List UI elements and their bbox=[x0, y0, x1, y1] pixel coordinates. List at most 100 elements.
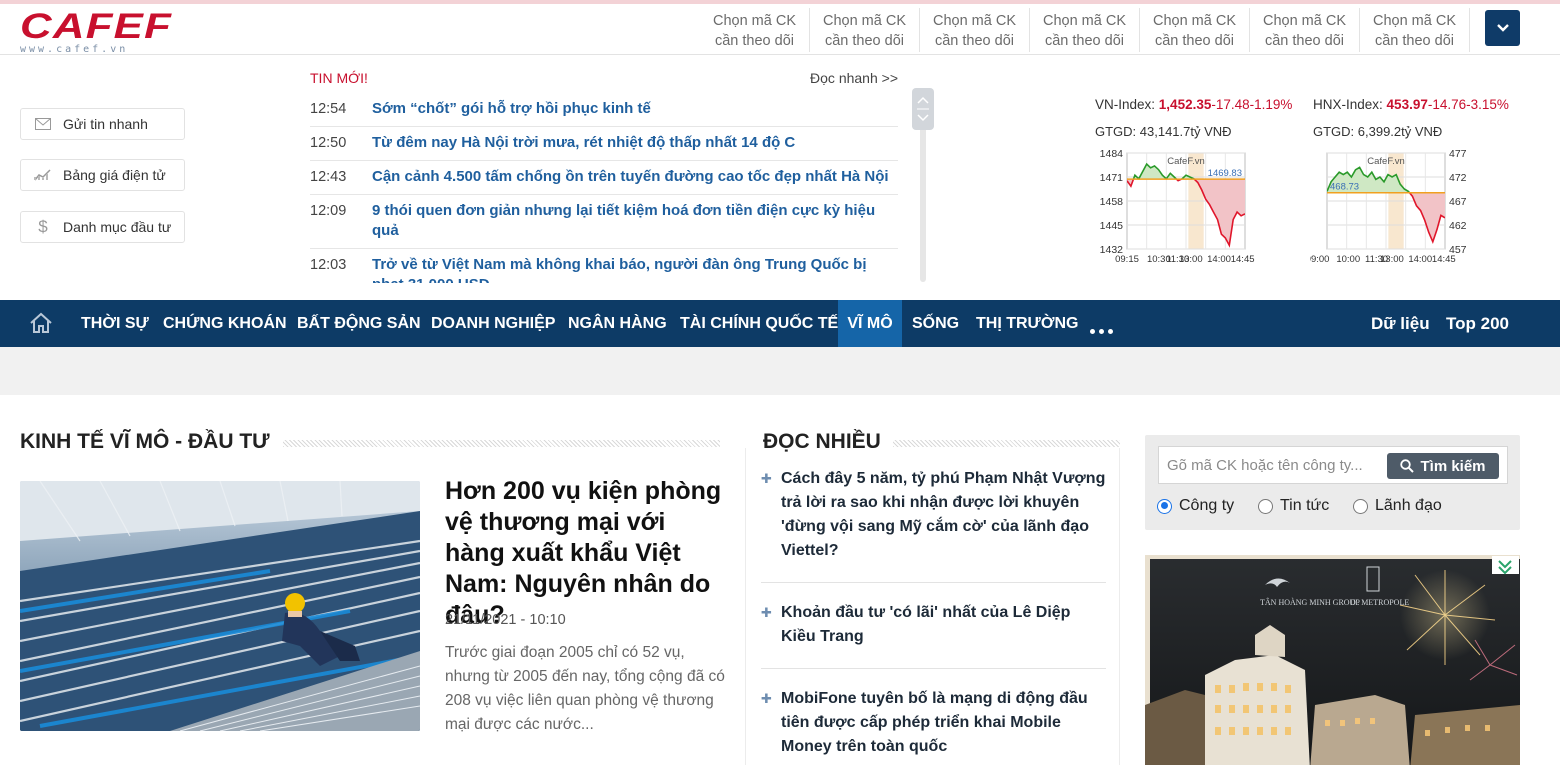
util-label: Gửi tin nhanh bbox=[63, 116, 148, 132]
index-change: -17.48 bbox=[1211, 97, 1250, 112]
chart-x-tick-label: 14:00 bbox=[1207, 254, 1231, 265]
nav-vi-mo[interactable]: VĨ MÔ bbox=[838, 300, 902, 347]
most-read-item[interactable]: ✚ MobiFone tuyên bố là mạng di động đầu t… bbox=[761, 687, 1106, 759]
watchlist-slot[interactable]: Chọn mã CK cần theo dõi bbox=[1250, 8, 1360, 52]
article-image[interactable] bbox=[20, 481, 420, 731]
most-read-title-text[interactable]: Khoản đầu tư 'có lãi' nhất của Lê Diệp K… bbox=[781, 601, 1106, 649]
ticker-time: 12:03 bbox=[310, 257, 347, 273]
most-read-item[interactable]: ✚ Khoản đầu tư 'có lãi' nhất của Lê Diệp … bbox=[761, 601, 1106, 649]
header: CAFEF www.cafef.vn Chọn mã CK cần theo dõ… bbox=[0, 4, 1560, 55]
ticker-time: 12:09 bbox=[310, 203, 347, 219]
scroll-thumb[interactable] bbox=[912, 88, 934, 130]
ticker-title[interactable]: Trở về từ Việt Nam mà không khai báo, ng… bbox=[372, 255, 898, 283]
search-button[interactable]: Tìm kiếm bbox=[1387, 453, 1499, 479]
divider bbox=[761, 668, 1106, 669]
chart-reference-label: 468.73 bbox=[1330, 182, 1359, 193]
watchlist-slots: Chọn mã CK cần theo dõi Chọn mã CK cần the… bbox=[700, 8, 1470, 52]
chart-y-tick-label: 467 bbox=[1449, 196, 1467, 208]
chart-y-tick-label: 1471 bbox=[1100, 172, 1124, 184]
most-read-title-text[interactable]: Cách đây 5 năm, tỷ phú Phạm Nhật Vượng t… bbox=[781, 467, 1106, 563]
chart-watermark: CafeF.vn bbox=[1167, 156, 1205, 167]
nav-du-lieu[interactable]: Dữ liệu bbox=[1371, 300, 1430, 347]
ad-artwork: TÂN HOÀNG MINH GROUP D'. METROPOLE bbox=[1145, 555, 1520, 765]
article-headline[interactable]: Hơn 200 vụ kiện phòng vệ thương mại với … bbox=[445, 476, 725, 631]
nav-top-200[interactable]: Top 200 bbox=[1446, 300, 1509, 347]
chart-x-tick-label: 09:00 bbox=[1310, 254, 1329, 265]
search-button-label: Tìm kiếm bbox=[1420, 457, 1486, 475]
vn-index-chart[interactable]: 148414711458144514321469.83CafeF.vn09:15… bbox=[1092, 143, 1272, 268]
index-value: 453.97 bbox=[1386, 97, 1428, 112]
util-label: Bảng giá điện tử bbox=[63, 167, 166, 183]
more-menu-icon[interactable] bbox=[1090, 321, 1117, 339]
watchlist-slot[interactable]: Chọn mã CK cần theo dõi bbox=[810, 8, 920, 52]
steel-factory-illustration bbox=[20, 481, 420, 731]
watchlist-slot[interactable]: Chọn mã CK cần theo dõi bbox=[920, 8, 1030, 52]
util-label: Danh mục đầu tư bbox=[63, 219, 172, 235]
vn-trading-value: GTGD: 43,141.7tỷ VNĐ bbox=[1095, 124, 1232, 139]
most-read-item[interactable]: ✚ Cách đây 5 năm, tỷ phú Phạm Nhật Vượng … bbox=[761, 467, 1106, 563]
ticker-title[interactable]: Sớm “chốt” gói hỗ trợ hồi phục kinh tế bbox=[372, 99, 651, 119]
nav-song[interactable]: SỐNG bbox=[912, 300, 959, 347]
index-pct: -3.15% bbox=[1466, 97, 1509, 112]
portfolio-button[interactable]: $ Danh mục đầu tư bbox=[20, 211, 185, 243]
price-board-button[interactable]: Bảng giá điện tử bbox=[20, 159, 185, 191]
watchlist-slot[interactable]: Chọn mã CK cần theo dõi bbox=[1360, 8, 1470, 52]
search-icon bbox=[1400, 459, 1415, 473]
index-pct: -1.19% bbox=[1249, 97, 1293, 112]
index-value: 1,452.35 bbox=[1158, 97, 1212, 112]
index-name: HNX-Index: bbox=[1313, 97, 1383, 112]
ticker-time: 12:43 bbox=[310, 169, 347, 185]
nav-thoi-su[interactable]: THỜI SỰ bbox=[81, 300, 149, 347]
index-change: -14.76 bbox=[1427, 97, 1467, 112]
mail-icon bbox=[33, 118, 53, 130]
article-summary: Trước giai đoạn 2005 chỉ có 52 vụ, nhưng… bbox=[445, 644, 725, 733]
quick-read-link[interactable]: Đọc nhanh >> bbox=[810, 70, 898, 86]
news-ticker: 12:54 Sớm “chốt” gói hỗ trợ hồi phục kinh… bbox=[310, 93, 898, 283]
nav-chung-khoan[interactable]: CHỨNG KHOÁN bbox=[163, 300, 287, 347]
chart-x-tick-label: 09:15 bbox=[1115, 254, 1139, 265]
radio-dot[interactable] bbox=[1258, 498, 1273, 514]
advertisement-banner[interactable]: TÂN HOÀNG MINH GROUP D'. METROPOLE bbox=[1145, 555, 1520, 765]
radio-company[interactable]: Công ty bbox=[1157, 497, 1234, 515]
chart-y-tick-label: 1445 bbox=[1100, 220, 1124, 232]
section-title[interactable]: KINH TẾ VĨ MÔ - ĐẦU TƯ bbox=[20, 430, 270, 454]
cafef-logo[interactable]: CAFEF www.cafef.vn bbox=[20, 9, 225, 55]
nav-tai-chinh-quoc-te[interactable]: TÀI CHÍNH QUỐC TẾ bbox=[680, 300, 838, 347]
scroll-arrows-icon bbox=[917, 96, 929, 122]
radio-dot[interactable] bbox=[1157, 498, 1172, 514]
ticker-title[interactable]: 9 thói quen đơn giản nhưng lại tiết kiệm… bbox=[372, 201, 898, 241]
ticker-title[interactable]: Cận cảnh 4.500 tấm chống ồn trên tuyến đ… bbox=[372, 167, 889, 187]
news-ticker-header: TIN MỚI! Đọc nhanh >> bbox=[310, 68, 898, 92]
nav-ngan-hang[interactable]: NGÂN HÀNG bbox=[568, 300, 667, 347]
radio-leader[interactable]: Lãnh đạo bbox=[1353, 497, 1442, 515]
stock-search-box: Tìm kiếm Công ty Tin tức Lãnh đạo bbox=[1145, 435, 1520, 530]
nav-doanh-nghiep[interactable]: DOANH NGHIỆP bbox=[431, 300, 555, 347]
ad-brand-metropole: D'. METROPOLE bbox=[1350, 598, 1409, 607]
ticker-item[interactable]: 12:09 9 thói quen đơn giản nhưng lại tiết… bbox=[310, 195, 898, 249]
chart-x-tick-label: 14:45 bbox=[1432, 254, 1456, 265]
chart-y-tick-label: 1458 bbox=[1100, 196, 1124, 208]
divider bbox=[761, 582, 1106, 583]
plus-bullet-icon: ✚ bbox=[761, 691, 772, 706]
main-nav: THỜI SỰ CHỨNG KHOÁN BẤT ĐỘNG SẢN DOANH N… bbox=[0, 300, 1560, 347]
nav-bat-dong-san[interactable]: BẤT ĐỘNG SẢN bbox=[297, 300, 421, 347]
radio-dot[interactable] bbox=[1353, 498, 1368, 514]
ticker-item[interactable]: 12:54 Sớm “chốt” gói hỗ trợ hồi phục kinh… bbox=[310, 93, 898, 127]
watchlist-slot[interactable]: Chọn mã CK cần theo dõi bbox=[1030, 8, 1140, 52]
send-news-button[interactable]: Gửi tin nhanh bbox=[20, 108, 185, 140]
radio-news[interactable]: Tin tức bbox=[1258, 497, 1329, 515]
ticker-item[interactable]: 12:50 Từ đêm nay Hà Nội trời mưa, rét nhi… bbox=[310, 127, 898, 161]
ticker-scrollbar[interactable] bbox=[912, 88, 934, 282]
ticker-title[interactable]: Từ đêm nay Hà Nội trời mưa, rét nhiệt độ… bbox=[372, 133, 795, 153]
ticker-item[interactable]: 12:03 Trở về từ Việt Nam mà không khai bá… bbox=[310, 249, 898, 283]
vn-index-summary[interactable]: VN-Index: 1,452.35-17.48-1.19% bbox=[1095, 97, 1292, 112]
most-read-title-text[interactable]: MobiFone tuyên bố là mạng di động đầu ti… bbox=[781, 687, 1106, 759]
hnx-index-chart[interactable]: 477472467462457468.73CafeF.vn09:0010:001… bbox=[1310, 143, 1505, 268]
hnx-index-summary[interactable]: HNX-Index: 453.97-14.76-3.15% bbox=[1313, 97, 1509, 112]
nav-thi-truong[interactable]: THỊ TRƯỜNG bbox=[976, 300, 1078, 347]
home-icon[interactable] bbox=[29, 312, 53, 334]
watchlist-slot[interactable]: Chọn mã CK cần theo dõi bbox=[700, 8, 810, 52]
watchlist-slot[interactable]: Chọn mã CK cần theo dõi bbox=[1140, 8, 1250, 52]
watchlist-dropdown-button[interactable] bbox=[1485, 10, 1520, 46]
ticker-item[interactable]: 12:43 Cận cảnh 4.500 tấm chống ồn trên tu… bbox=[310, 161, 898, 195]
